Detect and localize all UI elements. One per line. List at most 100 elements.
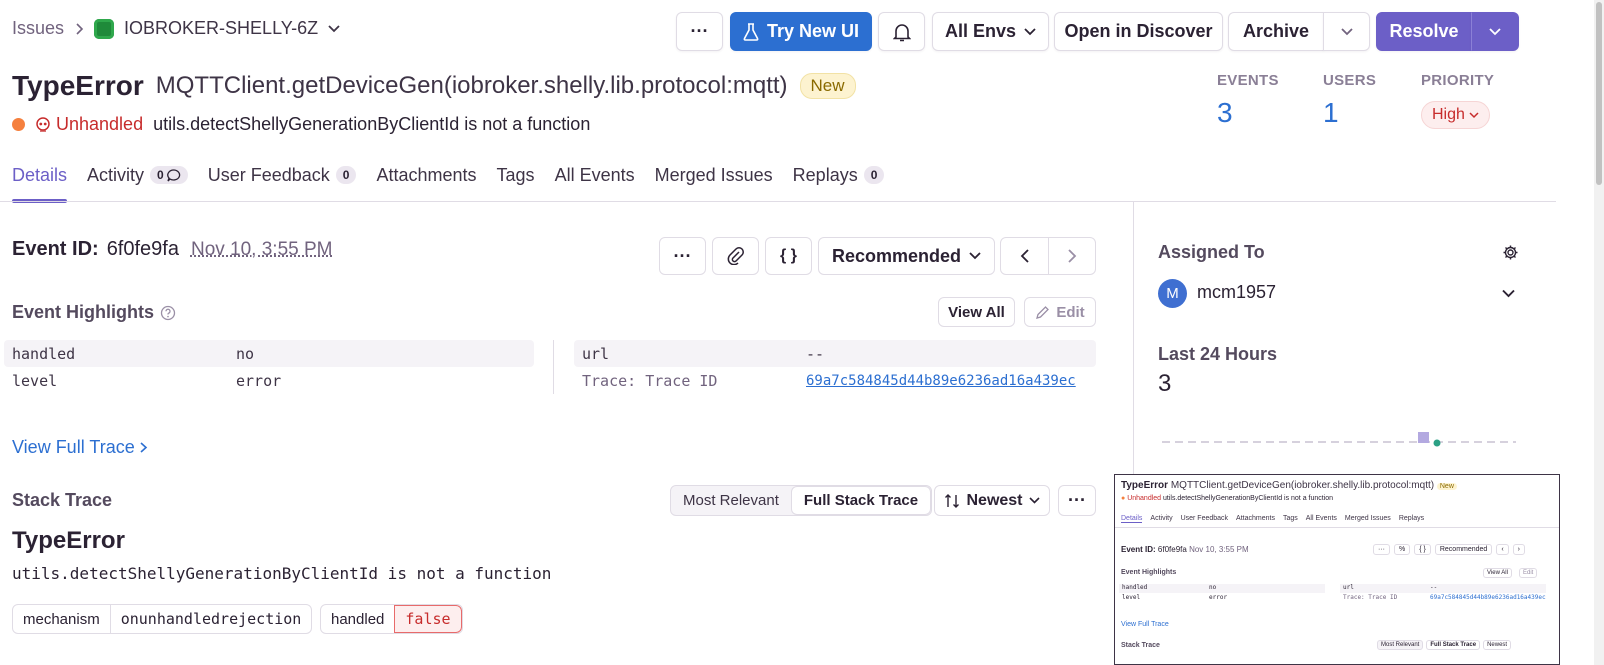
- previous-event-button[interactable]: [1000, 237, 1049, 275]
- view-json-button[interactable]: { }: [765, 237, 812, 275]
- tab-merged-issues[interactable]: Merged Issues: [655, 160, 773, 190]
- preview-type: TypeError: [1121, 480, 1169, 491]
- chevron-down-icon: [1028, 497, 1040, 504]
- chevron-right-icon: [139, 441, 148, 454]
- highlight-row: url --: [574, 340, 1096, 367]
- sort-icon: [944, 493, 960, 509]
- resolve-options-button[interactable]: [1471, 12, 1519, 51]
- bell-button[interactable]: [878, 12, 925, 51]
- view-full-trace-label: View Full Trace: [12, 437, 135, 457]
- preview-highlight-value: --: [1430, 584, 1438, 591]
- tab-count: 0: [335, 166, 357, 184]
- tab-details[interactable]: Details: [12, 160, 68, 203]
- env-selector[interactable]: All Envs: [932, 12, 1049, 51]
- event-more-button[interactable]: ···: [659, 237, 706, 275]
- preview-highlight-value: 69a7c584845d44b89e6236ad16a439ec: [1430, 594, 1546, 601]
- preview-tab: All Events: [1305, 515, 1337, 522]
- preview-event-buttons: ··· % { } Recommended ‹ ›: [1373, 544, 1526, 555]
- preview-highlight-key: Trace: Trace ID: [1343, 594, 1398, 601]
- preview-highlight-key: level: [1122, 594, 1141, 601]
- events-count[interactable]: 3: [1217, 97, 1233, 129]
- exception-type: TypeError: [12, 527, 125, 554]
- preview-recommended: Recommended: [1434, 544, 1493, 555]
- tab-label: Replays: [792, 164, 858, 185]
- preview-edit: Edit: [1519, 568, 1538, 578]
- copy-link-button[interactable]: [712, 237, 759, 275]
- tab-user-feedback[interactable]: User Feedback 0: [208, 160, 357, 190]
- next-event-button[interactable]: [1048, 237, 1096, 275]
- exception-message: utils.detectShellyGenerationByClientId i…: [12, 564, 552, 583]
- sort-order-selector[interactable]: Newest: [934, 485, 1050, 516]
- event-id-row: Event ID: 6f0fe9fa Nov 10, 3:55 PM: [12, 238, 333, 261]
- preview-stack-controls: Most Relevant Full Stack Trace Newest: [1377, 640, 1512, 650]
- recommended-selector[interactable]: Recommended: [818, 237, 995, 275]
- stack-more-button[interactable]: ···: [1058, 485, 1096, 516]
- open-in-discover-button[interactable]: Open in Discover: [1054, 12, 1223, 51]
- edit-highlights-button[interactable]: Edit: [1024, 297, 1096, 327]
- preview-sort: Newest: [1483, 640, 1512, 650]
- resolve-button[interactable]: Resolve: [1376, 12, 1472, 51]
- tabs-divider: [0, 201, 1556, 202]
- event-sparkline[interactable]: [1160, 428, 1520, 450]
- chevron-down-icon: [969, 252, 981, 260]
- chevron-right-icon: [1067, 248, 1077, 264]
- highlight-key: level: [12, 371, 58, 390]
- more-actions-button[interactable]: ···: [676, 12, 723, 51]
- chevron-down-icon: [1340, 27, 1353, 36]
- page-preview-thumbnail: TypeError MQTTClient.getDeviceGen(iobrok…: [1114, 474, 1560, 665]
- page-scrollbar[interactable]: [1594, 0, 1604, 665]
- help-icon[interactable]: [160, 305, 176, 321]
- preview-tab: Tags: [1282, 515, 1298, 522]
- activity-count-badge: 0: [150, 166, 188, 184]
- assignee-dropdown-chevron-icon[interactable]: [1502, 289, 1515, 298]
- tab-attachments[interactable]: Attachments: [376, 160, 476, 190]
- preview-highlight-value: error: [1209, 594, 1228, 601]
- event-date[interactable]: Nov 10, 3:55 PM: [191, 239, 333, 261]
- edit-label: Edit: [1056, 303, 1085, 321]
- recommended-label: Recommended: [831, 245, 962, 266]
- preview-event-date: Nov 10, 3:55 PM: [1189, 545, 1249, 554]
- highlights-divider: [553, 340, 554, 394]
- priority-selector[interactable]: High: [1421, 101, 1490, 129]
- tab-count: 0: [157, 168, 164, 182]
- tab-all-events[interactable]: All Events: [555, 160, 635, 190]
- tab-activity[interactable]: Activity 0: [87, 160, 188, 190]
- archive-options-button[interactable]: [1323, 12, 1370, 51]
- highlight-key: handled: [12, 344, 76, 363]
- mechanism-tag[interactable]: mechanism onunhandledrejection: [12, 604, 313, 634]
- tab-count: 0: [863, 166, 885, 184]
- highlight-value: no: [236, 344, 255, 363]
- highlight-key: Trace: Trace ID: [582, 371, 718, 390]
- chevron-down-icon[interactable]: [328, 24, 340, 33]
- preview-tabs: Details Activity User Feedback Attachmen…: [1121, 515, 1424, 523]
- tab-label: User Feedback: [207, 164, 330, 185]
- breadcrumb-issues-link[interactable]: Issues: [12, 18, 64, 39]
- archive-button[interactable]: Archive: [1228, 12, 1324, 51]
- unhandled-label: Unhandled: [56, 114, 144, 134]
- project-icon: [94, 18, 115, 39]
- trace-id-link[interactable]: 69a7c584845d44b89e6236ad16a439ec: [806, 373, 1076, 389]
- assigned-to-title: Assigned To: [1158, 242, 1265, 262]
- preview-tab: Details: [1121, 515, 1143, 523]
- view-all-button[interactable]: View All: [938, 297, 1015, 327]
- last-24-hours-count: 3: [1158, 370, 1172, 397]
- try-new-ui-button[interactable]: Try New UI: [730, 12, 872, 51]
- preview-tab: User Feedback: [1180, 515, 1229, 522]
- full-stack-option[interactable]: Full Stack Trace: [790, 486, 932, 515]
- project-selector[interactable]: IOBROKER-SHELLY-6Z: [124, 18, 318, 39]
- users-count[interactable]: 1: [1323, 97, 1339, 129]
- highlight-row: Trace: Trace ID 69a7c584845d44b89e6236ad…: [574, 367, 1096, 394]
- most-relevant-option[interactable]: Most Relevant: [671, 486, 791, 515]
- tab-replays[interactable]: Replays 0: [793, 160, 885, 190]
- tab-tags[interactable]: Tags: [497, 160, 535, 190]
- view-full-trace-link[interactable]: View Full Trace: [12, 437, 148, 458]
- preview-message: utils.detectShellyGenerationByClientId i…: [1163, 495, 1334, 502]
- priority-value: High: [1432, 106, 1465, 123]
- assignee-name: mcm1957: [1197, 282, 1277, 302]
- event-id[interactable]: 6f0fe9fa: [107, 238, 179, 261]
- event-highlights-label: Event Highlights: [12, 302, 155, 322]
- handled-tag[interactable]: handled false: [320, 604, 463, 634]
- gear-icon[interactable]: [1502, 244, 1519, 261]
- highlight-value: error: [236, 371, 282, 390]
- sort-label: Newest: [966, 491, 1023, 509]
